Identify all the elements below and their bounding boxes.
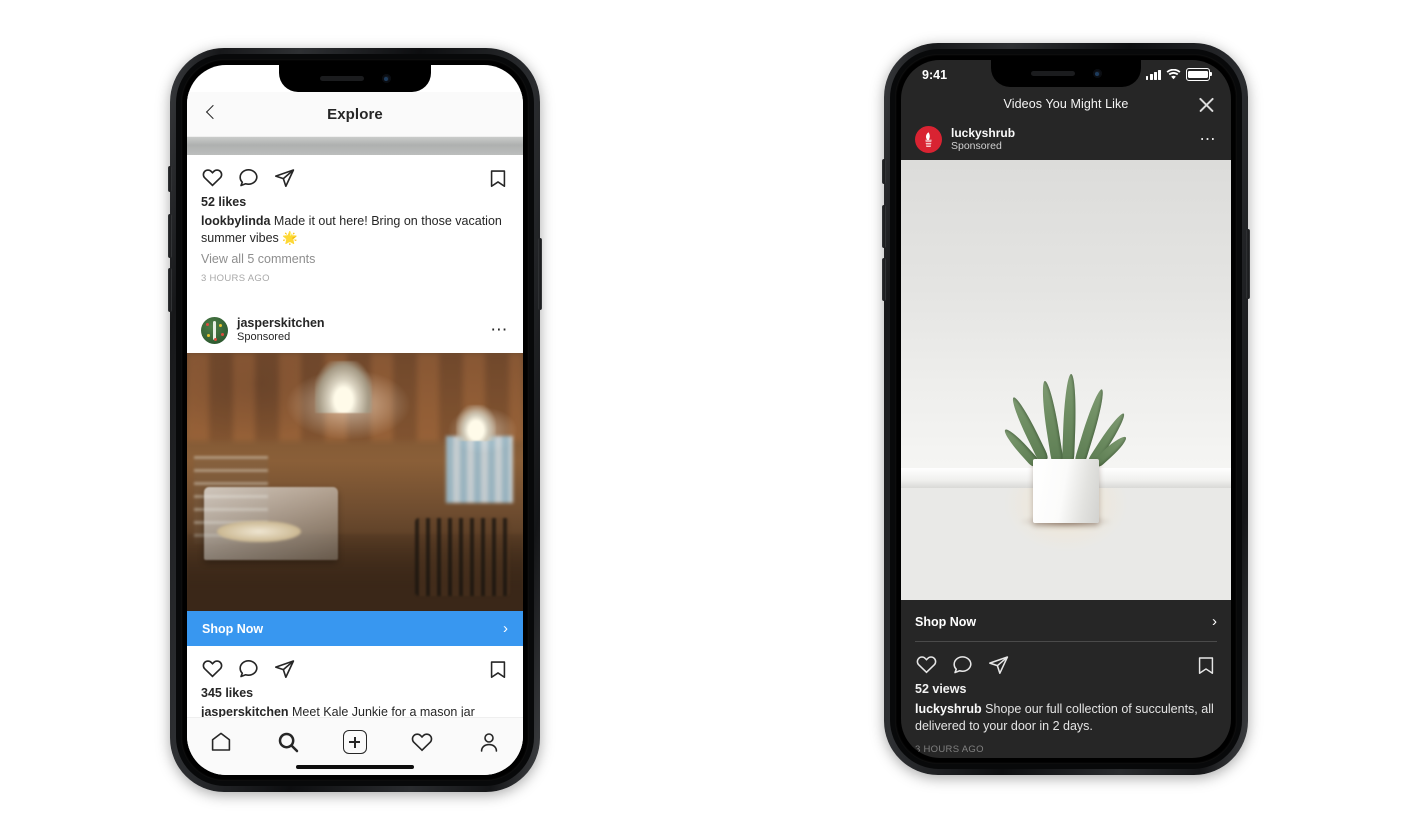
post-timestamp: 3 HOURS AGO <box>201 273 270 284</box>
cta-label: Shop Now <box>202 621 264 636</box>
post-action-row <box>187 155 523 195</box>
new-post-icon[interactable] <box>342 730 367 754</box>
phone-mockup-light: Explore 52 likes lookbylinda Made it out… <box>168 48 542 792</box>
chevron-right-icon: › <box>1212 613 1217 630</box>
volume-down-button[interactable] <box>168 268 172 312</box>
explore-nav-bar: Explore <box>187 92 523 137</box>
ad-username[interactable]: jasperskitchen <box>237 316 481 331</box>
kitchen-shop-interior-photo <box>187 353 523 612</box>
mute-switch-button[interactable] <box>168 166 172 192</box>
views-count: 52 views <box>915 682 967 696</box>
luckyshrub-avatar[interactable] <box>915 126 942 153</box>
volume-down-button[interactable] <box>882 258 886 301</box>
power-button[interactable] <box>1246 229 1250 299</box>
shop-now-cta-button[interactable]: Shop Now › <box>187 611 523 647</box>
jasperskitchen-avatar[interactable] <box>201 316 228 344</box>
front-camera-icon <box>381 74 391 83</box>
ad-username[interactable]: luckyshrub <box>951 126 1191 140</box>
page-title: Videos You Might Like <box>1003 97 1129 111</box>
ad-action-row <box>187 646 523 686</box>
ad-sponsored-label: Sponsored <box>951 140 1002 153</box>
caption-username[interactable]: lookbylinda <box>201 214 270 228</box>
ad-photo[interactable] <box>901 160 1231 600</box>
ad-header: luckyshrub Sponsored ⋯ <box>901 121 1231 160</box>
likes-count: 52 likes <box>201 195 247 209</box>
heart-icon[interactable] <box>201 657 224 680</box>
ad-action-row <box>901 642 1231 682</box>
share-icon[interactable] <box>987 653 1010 676</box>
ad-likes-count: 345 likes <box>201 686 254 701</box>
ad-caption-username[interactable]: luckyshrub <box>915 702 982 716</box>
profile-icon[interactable] <box>477 730 501 754</box>
ad-photo[interactable] <box>187 353 523 612</box>
post-caption: lookbylinda Made it out here! Bring on t… <box>187 213 523 246</box>
heart-icon[interactable] <box>410 730 434 754</box>
search-icon[interactable] <box>276 730 300 754</box>
cellular-signal-icon <box>1145 69 1161 80</box>
videos-nav-bar: Videos You Might Like <box>901 87 1231 121</box>
shop-now-cta-button[interactable]: Shop Now › <box>901 600 1231 641</box>
chevron-right-icon: › <box>503 620 508 638</box>
bookmark-icon[interactable] <box>1195 654 1217 676</box>
heart-icon[interactable] <box>201 166 224 189</box>
shrub-emblem-icon <box>925 132 932 147</box>
phone-mockup-dark: 9:41 Videos You Might Like luckyshrub Sp… <box>882 43 1250 775</box>
mute-switch-button[interactable] <box>882 159 886 184</box>
status-bar: 9:41 <box>901 60 1231 87</box>
heart-icon[interactable] <box>915 653 938 676</box>
page-title: Explore <box>327 105 383 123</box>
ad-timestamp: 3 HOURS AGO <box>915 743 984 755</box>
close-icon[interactable] <box>1196 94 1217 115</box>
wifi-icon <box>1166 69 1181 80</box>
ad-sponsored-label: Sponsored <box>237 331 291 343</box>
battery-icon <box>1186 68 1213 81</box>
comment-icon[interactable] <box>951 653 974 676</box>
earpiece-speaker <box>319 76 364 81</box>
bookmark-icon[interactable] <box>487 658 509 680</box>
home-indicator <box>296 764 414 769</box>
device-notch <box>279 65 431 92</box>
more-options-icon[interactable]: ⋯ <box>490 321 509 338</box>
phone-screen-dark: 9:41 Videos You Might Like luckyshrub Sp… <box>901 60 1231 758</box>
back-button[interactable] <box>201 103 223 125</box>
more-options-icon[interactable]: ⋯ <box>1200 132 1218 147</box>
volume-up-button[interactable] <box>882 205 886 248</box>
comment-icon[interactable] <box>237 166 260 189</box>
cta-label: Shop Now <box>915 614 977 629</box>
ad-caption: luckyshrub Shope our full collection of … <box>901 701 1231 735</box>
volume-up-button[interactable] <box>168 214 172 258</box>
bookmark-icon[interactable] <box>487 167 509 189</box>
ad-header: jasperskitchen Sponsored ⋯ <box>187 307 523 354</box>
comment-icon[interactable] <box>237 657 260 680</box>
power-button[interactable] <box>538 238 542 310</box>
succulent-in-white-pot-photo <box>901 160 1231 600</box>
previous-post-photo-sliver <box>187 137 523 155</box>
share-icon[interactable] <box>273 657 296 680</box>
phone-screen-light: Explore 52 likes lookbylinda Made it out… <box>187 65 523 775</box>
share-icon[interactable] <box>273 166 296 189</box>
status-time: 9:41 <box>922 67 948 82</box>
view-comments-link[interactable]: View all 5 comments <box>187 246 523 266</box>
home-icon[interactable] <box>209 730 233 754</box>
